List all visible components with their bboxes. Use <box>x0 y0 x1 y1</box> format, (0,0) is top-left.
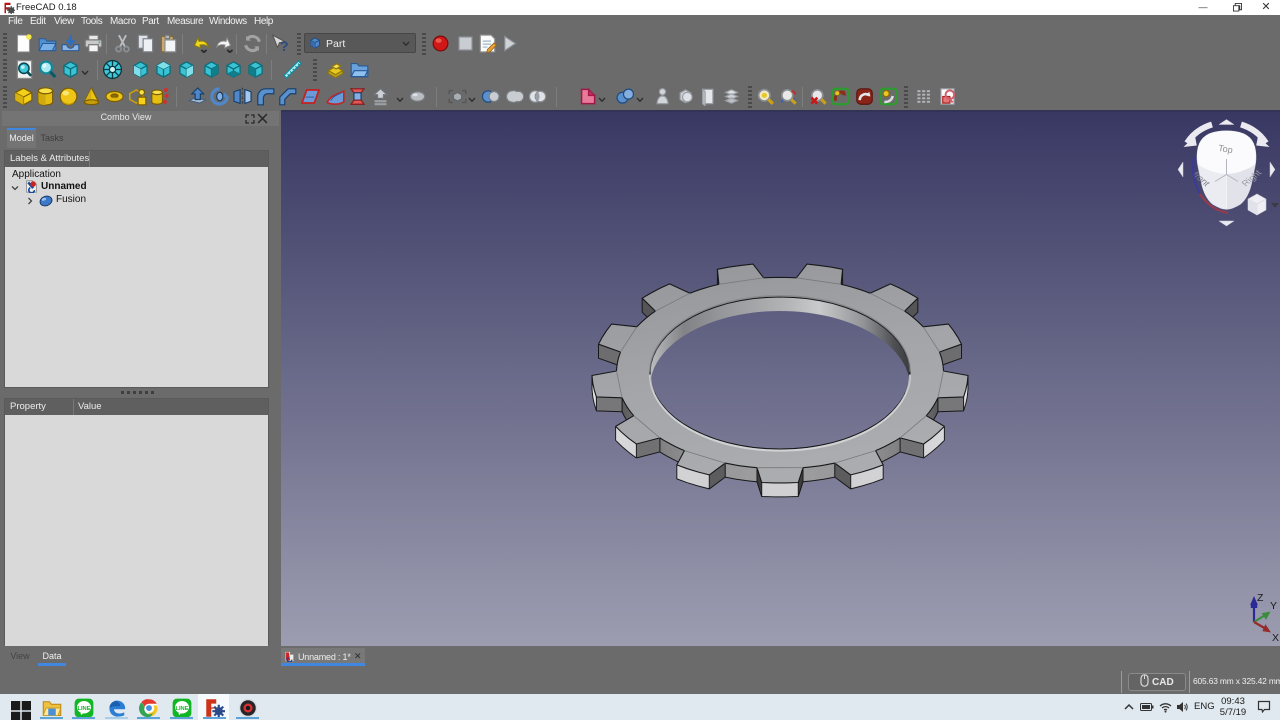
svg-text:LINE: LINE <box>77 706 90 712</box>
svg-text:X: X <box>1272 632 1279 644</box>
svg-text:Z: Z <box>1257 592 1264 604</box>
svg-text:LINE: LINE <box>175 706 188 712</box>
svg-text:Y: Y <box>1270 600 1277 612</box>
svg-text:?: ? <box>280 39 289 53</box>
